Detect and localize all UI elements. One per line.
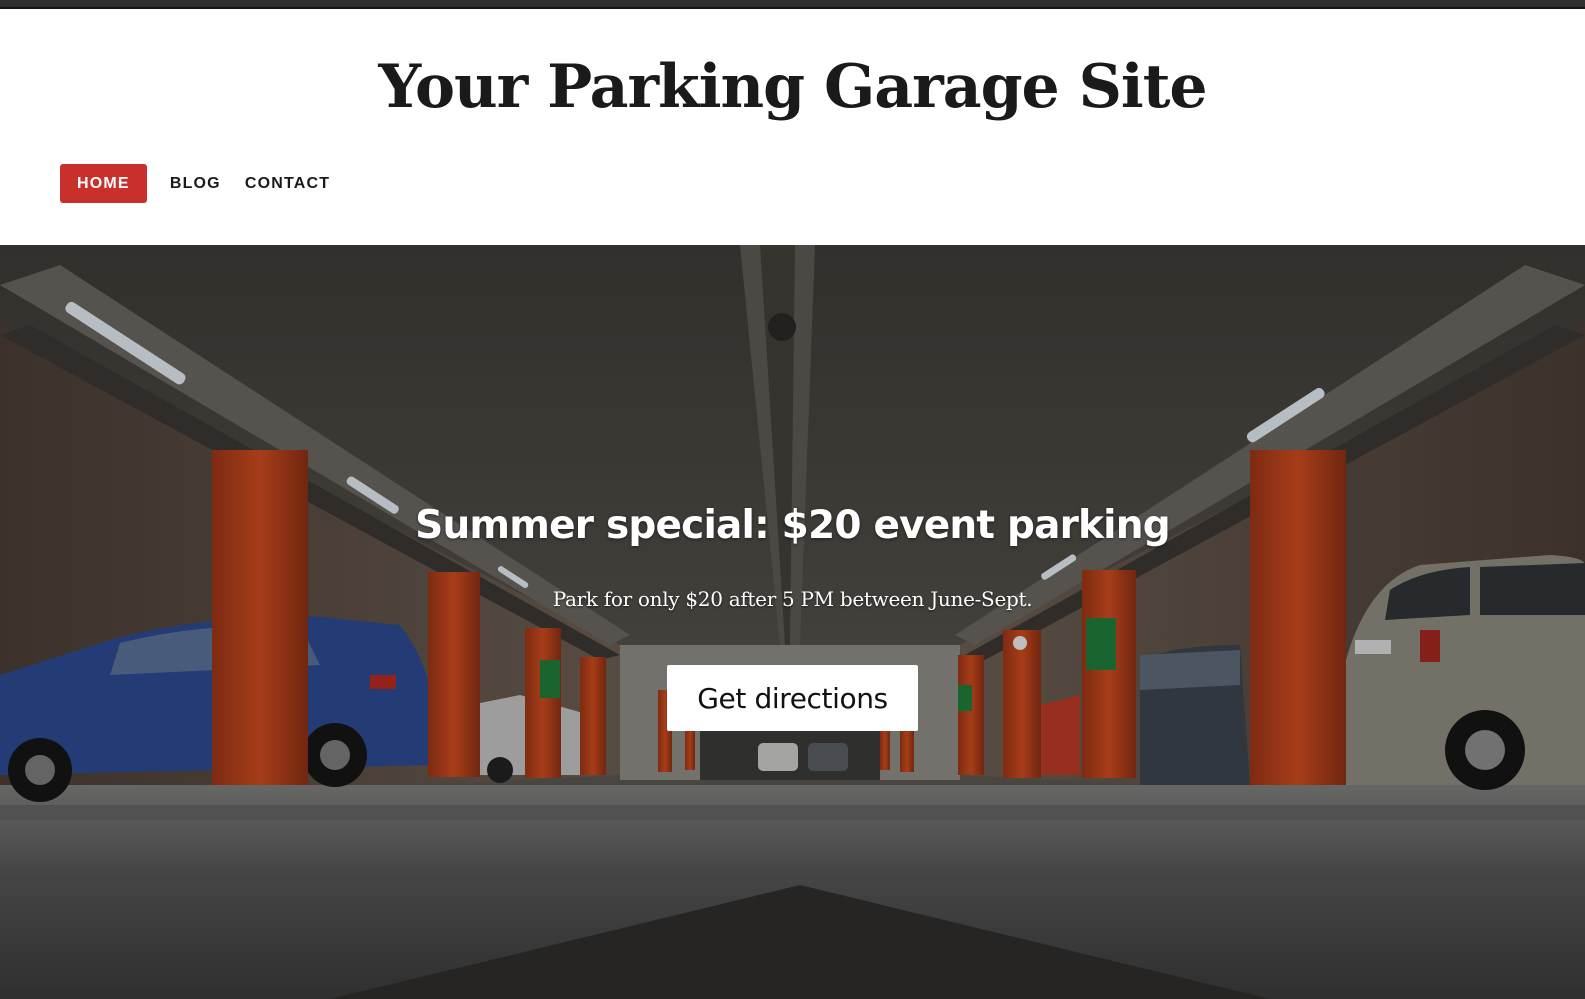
hero-heading: Summer special: $20 event parking <box>415 503 1170 548</box>
nav-item-contact[interactable]: CONTACT <box>234 164 341 203</box>
nav-item-home[interactable]: HOME <box>60 164 147 203</box>
nav-item-blog[interactable]: BLOG <box>159 164 232 203</box>
site-header: Your Parking Garage Site HOME BLOG CONTA… <box>0 9 1585 245</box>
hero-section: Summer special: $20 event parking Park f… <box>0 245 1585 999</box>
site-title[interactable]: Your Parking Garage Site <box>0 47 1585 127</box>
hero-overlay <box>0 245 1585 999</box>
get-directions-button[interactable]: Get directions <box>667 665 918 731</box>
top-border <box>0 0 1585 9</box>
main-nav: HOME BLOG CONTACT <box>60 164 343 203</box>
hero-subheading: Park for only $20 after 5 PM between Jun… <box>552 587 1033 611</box>
